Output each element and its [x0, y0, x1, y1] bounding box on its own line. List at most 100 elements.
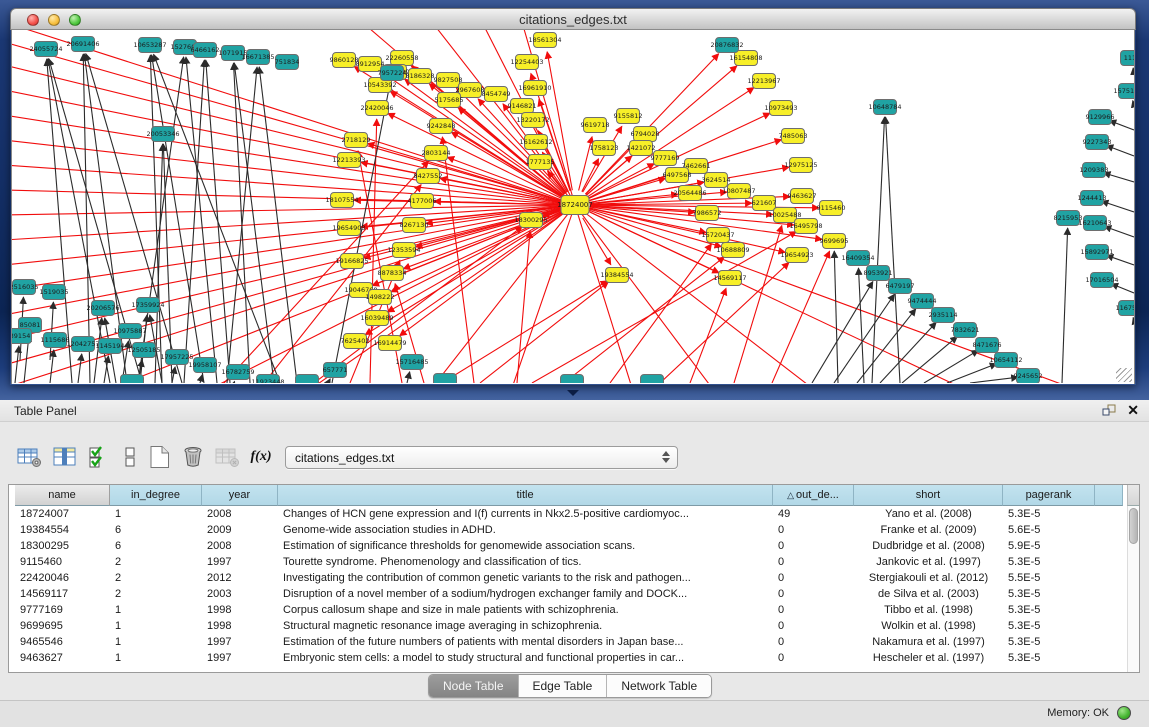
- scrollbar-thumb[interactable]: [1129, 508, 1138, 544]
- graph-node[interactable]: 18300295: [514, 213, 547, 228]
- graph-node[interactable]: 1167534: [1116, 301, 1134, 316]
- graph-node[interactable]: 6466162: [191, 43, 220, 58]
- table-cell[interactable]: Disruption of a novel member of a sodium…: [278, 586, 773, 602]
- tab-network-table[interactable]: Network Table: [606, 675, 711, 697]
- table-cell[interactable]: 0: [773, 650, 854, 666]
- table-cell[interactable]: 9115460: [15, 554, 110, 570]
- table-cell[interactable]: 2009: [202, 522, 278, 538]
- graph-node[interactable]: 8454749: [482, 87, 511, 102]
- table-cell[interactable]: 5.3E-5: [1003, 650, 1095, 666]
- graph-node[interactable]: 9245652: [1014, 369, 1043, 384]
- table-cell[interactable]: Corpus callosum shape and size in male p…: [278, 602, 773, 618]
- graph-node[interactable]: 20206576: [86, 301, 119, 316]
- table-cell[interactable]: 0: [773, 554, 854, 570]
- table-cell[interactable]: 0: [773, 634, 854, 650]
- graph-node[interactable]: 22260558: [385, 51, 418, 66]
- network-canvas[interactable]: 1872400798601288912954222605589827509818…: [11, 30, 1135, 384]
- graph-node[interactable]: 15716485: [395, 355, 428, 370]
- select-all-icon[interactable]: [86, 444, 112, 470]
- graph-node[interactable]: [434, 374, 457, 384]
- graph-node[interactable]: 1209383: [1080, 163, 1109, 178]
- table-row[interactable]: 946554611997Estimation of the future num…: [15, 634, 1095, 650]
- table-cell[interactable]: Nakamura et al. (1997): [854, 634, 1003, 650]
- graph-node[interactable]: 9619718: [581, 118, 610, 133]
- table-cell[interactable]: 9463627: [15, 650, 110, 666]
- graph-node[interactable]: 751834: [275, 55, 300, 70]
- column-header-year[interactable]: year: [202, 485, 278, 506]
- graph-node[interactable]: 6479197: [886, 279, 915, 294]
- graph-node[interactable]: 9115460: [817, 201, 846, 216]
- table-cell[interactable]: Yano et al. (2008): [854, 506, 1003, 522]
- graph-node[interactable]: 16409354: [841, 251, 874, 266]
- graph-node[interactable]: 14569117: [713, 271, 746, 286]
- graph-node[interactable]: [121, 375, 144, 384]
- table-cell[interactable]: 2008: [202, 538, 278, 554]
- graph-node[interactable]: 20564486: [673, 186, 706, 201]
- table-cell[interactable]: 1: [110, 650, 202, 666]
- table-cell[interactable]: 5.3E-5: [1003, 506, 1095, 522]
- table-cell[interactable]: 5.5E-5: [1003, 570, 1095, 586]
- graph-node[interactable]: 657771: [323, 363, 348, 378]
- graph-node[interactable]: 16914479: [373, 336, 406, 351]
- graph-node[interactable]: 12353594: [387, 243, 420, 258]
- graph-node[interactable]: 8267130: [400, 218, 429, 233]
- table-cell[interactable]: 1: [110, 634, 202, 650]
- graph-node[interactable]: 6497568: [663, 168, 692, 183]
- graph-node[interactable]: 9463627: [788, 189, 817, 204]
- table-cell[interactable]: 0: [773, 602, 854, 618]
- table-cell[interactable]: 9465546: [15, 634, 110, 650]
- delete-entries-icon[interactable]: [180, 444, 206, 470]
- table-cell[interactable]: 1997: [202, 634, 278, 650]
- graph-node[interactable]: 7986572: [693, 206, 722, 221]
- column-header-pagerank[interactable]: pagerank: [1003, 485, 1095, 506]
- table-cell[interactable]: 0: [773, 570, 854, 586]
- table-cell[interactable]: 5.3E-5: [1003, 602, 1095, 618]
- table-cell[interactable]: Tibbo et al. (1998): [854, 602, 1003, 618]
- graph-node[interactable]: 19384554: [600, 268, 633, 283]
- graph-node[interactable]: 621607: [752, 196, 777, 211]
- graph-node[interactable]: 22420046: [360, 101, 393, 116]
- graph-node[interactable]: 8186328: [406, 69, 435, 84]
- table-cell[interactable]: 5.3E-5: [1003, 586, 1095, 602]
- graph-node[interactable]: 9146821: [508, 99, 537, 114]
- graph-node[interactable]: 39154: [12, 329, 32, 344]
- graph-node[interactable]: 8878334: [378, 266, 407, 281]
- table-cell[interactable]: Hescheler et al. (1997): [854, 650, 1003, 666]
- table-row[interactable]: 977716911998Corpus callosum shape and si…: [15, 602, 1095, 618]
- graph-node[interactable]: 1115686: [41, 333, 70, 348]
- table-cell[interactable]: 1997: [202, 650, 278, 666]
- graph-node[interactable]: 16039489: [360, 311, 393, 326]
- table-cell[interactable]: Investigating the contribution of common…: [278, 570, 773, 586]
- table-cell[interactable]: 5.9E-5: [1003, 538, 1095, 554]
- graph-node[interactable]: 8427552: [414, 169, 443, 184]
- graph-node[interactable]: [641, 375, 664, 384]
- graph-node[interactable]: 10648784: [868, 100, 901, 115]
- graph-node[interactable]: 13220172: [516, 113, 549, 128]
- graph-node[interactable]: 18561304: [528, 33, 561, 48]
- table-cell[interactable]: Stergiakouli et al. (2012): [854, 570, 1003, 586]
- graph-node[interactable]: 1117: [1121, 51, 1135, 66]
- graph-node[interactable]: 8953921: [864, 266, 893, 281]
- table-row[interactable]: 1456911722003Disruption of a novel membe…: [15, 586, 1095, 602]
- graph-node[interactable]: 2803144: [422, 146, 451, 161]
- graph-node[interactable]: 4177006: [408, 194, 437, 209]
- table-cell[interactable]: 2: [110, 554, 202, 570]
- table-row[interactable]: 1938455462009Genome-wide association stu…: [15, 522, 1095, 538]
- graph-node[interactable]: 9699695: [820, 234, 849, 249]
- graph-node[interactable]: 1244413: [1078, 191, 1107, 206]
- resize-grip-icon[interactable]: [1116, 368, 1132, 382]
- network-window-titlebar[interactable]: citations_edges.txt: [10, 8, 1136, 30]
- table-cell[interactable]: 2: [110, 586, 202, 602]
- graph-node[interactable]: 19958107: [188, 358, 221, 373]
- table-cell[interactable]: 1997: [202, 554, 278, 570]
- graph-node[interactable]: 10653287: [133, 38, 166, 53]
- graph-node[interactable]: 15751074: [1113, 84, 1134, 99]
- table-cell[interactable]: Embryonic stem cells: a model to study s…: [278, 650, 773, 666]
- table-cell[interactable]: 9699695: [15, 618, 110, 634]
- table-cell[interactable]: 0: [773, 522, 854, 538]
- graph-node[interactable]: 12505185: [127, 343, 160, 358]
- graph-node[interactable]: 1777135: [526, 155, 555, 170]
- graph-node[interactable]: [296, 375, 319, 384]
- graph-node[interactable]: [561, 375, 584, 384]
- table-row[interactable]: 2242004622012Investigating the contribut…: [15, 570, 1095, 586]
